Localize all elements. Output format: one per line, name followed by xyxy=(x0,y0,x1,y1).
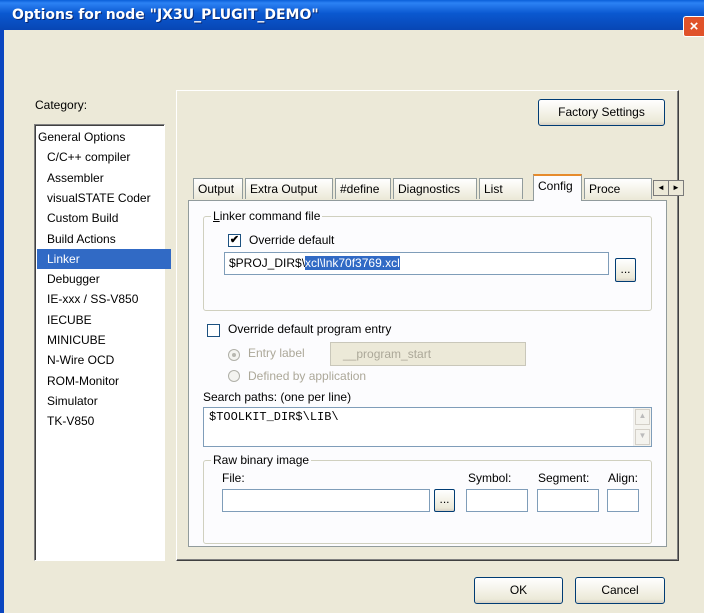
raw-align-input[interactable] xyxy=(607,489,639,512)
window-frame xyxy=(0,30,4,613)
search-paths-value: $TOOLKIT_DIR$\LIB\ xyxy=(209,410,339,424)
raw-file-input[interactable] xyxy=(222,489,430,512)
category-item-assembler[interactable]: Assembler xyxy=(37,168,104,188)
scroll-down-icon[interactable]: ▼ xyxy=(635,429,650,445)
tab-proce[interactable]: Proce xyxy=(584,178,652,199)
category-item-minicube[interactable]: MINICUBE xyxy=(37,330,106,350)
linker-file-browse-button[interactable]: ... xyxy=(615,258,636,282)
search-paths-scrollbar[interactable]: ▲ ▼ xyxy=(633,408,651,446)
tab-define[interactable]: #define xyxy=(335,178,391,199)
window-title: Options for node "JX3U_PLUGIT_DEMO" xyxy=(12,7,319,23)
defined-by-application-radio[interactable] xyxy=(228,370,240,382)
category-item-debugger[interactable]: Debugger xyxy=(37,269,100,289)
raw-file-label: File: xyxy=(222,471,245,485)
raw-binary-group-label: Raw binary image xyxy=(211,453,312,467)
raw-segment-input[interactable] xyxy=(537,489,599,512)
cancel-button[interactable]: Cancel xyxy=(575,577,665,604)
tab-scroll-left-icon[interactable]: ◄ xyxy=(653,180,669,196)
raw-symbol-input[interactable] xyxy=(466,489,528,512)
category-item-tk-v850[interactable]: TK-V850 xyxy=(37,411,94,431)
raw-file-browse-button[interactable]: ... xyxy=(434,489,455,512)
override-default-label[interactable]: Override default xyxy=(249,233,334,247)
raw-align-label: Align: xyxy=(608,471,639,485)
search-paths-textarea[interactable]: $TOOLKIT_DIR$\LIB\ ▲ ▼ xyxy=(203,407,652,447)
raw-segment-label: Segment: xyxy=(538,471,590,485)
entry-label-input[interactable]: __program_start xyxy=(330,342,526,366)
close-button[interactable]: × xyxy=(683,16,704,37)
override-program-entry-label[interactable]: Override default program entry xyxy=(228,322,391,336)
category-list[interactable]: General Options C/C++ compiler Assembler vi… xyxy=(34,124,171,561)
category-item-custom-build[interactable]: Custom Build xyxy=(37,208,118,228)
category-item-build-actions[interactable]: Build Actions xyxy=(37,229,116,249)
ok-button[interactable]: OK xyxy=(474,577,563,604)
category-item-iecube[interactable]: IECUBE xyxy=(37,310,92,330)
raw-symbol-label: Symbol: xyxy=(468,471,512,485)
category-item-c-c-compiler[interactable]: C/C++ compiler xyxy=(37,147,130,167)
tab-config[interactable]: Config xyxy=(533,174,582,201)
tab-list[interactable]: List xyxy=(479,178,523,199)
defined-by-application-option[interactable]: Defined by application xyxy=(248,369,366,383)
entry-label-option[interactable]: Entry label xyxy=(248,346,305,360)
entry-label-radio[interactable] xyxy=(228,349,240,361)
override-default-checkbox[interactable]: ✔ xyxy=(228,234,241,247)
category-item-rom-monitor[interactable]: ROM-Monitor xyxy=(37,371,119,391)
tab-extra-output[interactable]: Extra Output xyxy=(245,178,333,199)
tab-output[interactable]: Output xyxy=(193,178,243,199)
linker-path-selected: xcl\lnk70f3769.xcl xyxy=(305,256,400,270)
scroll-up-icon[interactable]: ▲ xyxy=(635,409,650,425)
factory-settings-button[interactable]: Factory Settings xyxy=(538,99,665,126)
category-item-simulator[interactable]: Simulator xyxy=(37,391,98,411)
category-item-ie-xxx-ss-v850[interactable]: IE-xxx / SS-V850 xyxy=(37,289,138,309)
category-item-n-wire-ocd[interactable]: N-Wire OCD xyxy=(37,350,114,370)
linker-command-file-input[interactable]: $PROJ_DIR$\xcl\lnk70f3769.xcl xyxy=(224,252,609,275)
linker-path-prefix: $PROJ_DIR$\ xyxy=(229,256,306,270)
category-item-general-options[interactable]: General Options xyxy=(37,127,125,147)
category-item-visualstate-coder[interactable]: visualSTATE Coder xyxy=(37,188,151,208)
override-program-entry-checkbox[interactable] xyxy=(207,324,220,337)
tab-diagnostics[interactable]: Diagnostics xyxy=(393,178,477,199)
category-label: Category: xyxy=(35,98,88,112)
search-paths-label: Search paths: (one per line) xyxy=(203,390,352,404)
tab-scroll-right-icon[interactable]: ► xyxy=(668,180,684,196)
linker-command-group-label: Linker command file xyxy=(211,209,323,223)
category-item-linker[interactable]: Linker xyxy=(37,248,171,269)
